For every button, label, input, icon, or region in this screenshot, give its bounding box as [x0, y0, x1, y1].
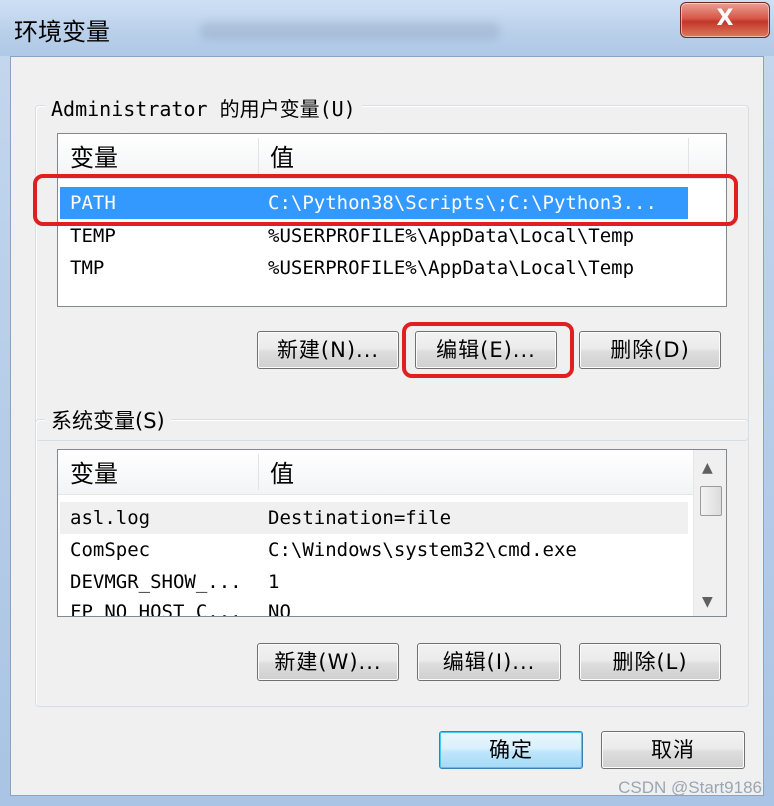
close-button[interactable]: X [680, 2, 770, 38]
variable-name: asl.log [70, 507, 151, 529]
ok-button[interactable]: 确定 [439, 731, 583, 769]
variable-value: NO [268, 601, 291, 617]
variable-name: FP_NO_HOST_C... [70, 601, 242, 617]
variable-value: C:\Windows\system32\cmd.exe [268, 539, 577, 561]
column-header-value[interactable]: 值 [258, 134, 688, 178]
system-new-button[interactable]: 新建(W)... [257, 643, 399, 681]
variable-name: ComSpec [70, 539, 151, 561]
variable-name: TMP [70, 257, 105, 279]
blurred-title-background [200, 22, 500, 40]
system-edit-button[interactable]: 编辑(I)... [417, 643, 561, 681]
cancel-button[interactable]: 取消 [601, 731, 745, 769]
list-item-fp-no-host[interactable]: FP_NO_HOST_C... NO [60, 596, 688, 617]
variable-value: Destination=file [268, 507, 452, 529]
vertical-scrollbar[interactable]: ▲ ▼ [693, 450, 726, 616]
list-item-devmgr[interactable]: DEVMGR_SHOW_... 1 [60, 566, 688, 598]
list-item-asl-log[interactable]: asl.log Destination=file [60, 502, 688, 534]
watermark: CSDN @Start9186 [618, 778, 762, 797]
edit-button-highlight [402, 322, 574, 378]
variable-value: 1 [268, 571, 280, 593]
list-item-comspec[interactable]: ComSpec C:\Windows\system32\cmd.exe [60, 534, 688, 566]
column-header-variable[interactable]: 变量 [58, 134, 258, 178]
variable-name: DEVMGR_SHOW_... [70, 571, 242, 593]
variable-value: %USERPROFILE%\AppData\Local\Temp [268, 257, 635, 279]
dialog-body: Administrator 的用户变量(U) 变量 值 PATH C:\Pyth… [10, 56, 764, 796]
user-new-button[interactable]: 新建(N)... [257, 331, 399, 369]
user-list-header: 变量 值 [58, 134, 726, 179]
scrollbar-thumb[interactable] [700, 486, 722, 516]
system-list-header: 变量 值 [58, 450, 694, 495]
system-variables-list[interactable]: 变量 值 asl.log Destination=file ComSpec C:… [57, 449, 727, 617]
title-bar[interactable]: 环境变量 X [0, 0, 774, 56]
path-row-highlight [33, 174, 738, 226]
column-separator[interactable] [688, 138, 689, 174]
environment-variables-window: 环境变量 X Administrator 的用户变量(U) 变量 值 PATH … [0, 0, 774, 806]
user-variables-label: Administrator 的用户变量(U) [45, 93, 362, 122]
user-delete-button[interactable]: 删除(D) [579, 331, 721, 369]
column-header-value[interactable]: 值 [258, 450, 688, 494]
system-delete-button[interactable]: 删除(L) [579, 643, 721, 681]
column-header-variable[interactable]: 变量 [58, 450, 258, 494]
scroll-up-arrow-icon[interactable]: ▲ [702, 460, 713, 476]
system-variables-label: 系统变量(S) [45, 405, 171, 435]
window-title: 环境变量 [14, 18, 110, 46]
scroll-down-arrow-icon[interactable]: ▼ [702, 594, 713, 610]
list-item-tmp[interactable]: TMP %USERPROFILE%\AppData\Local\Temp [60, 252, 688, 284]
